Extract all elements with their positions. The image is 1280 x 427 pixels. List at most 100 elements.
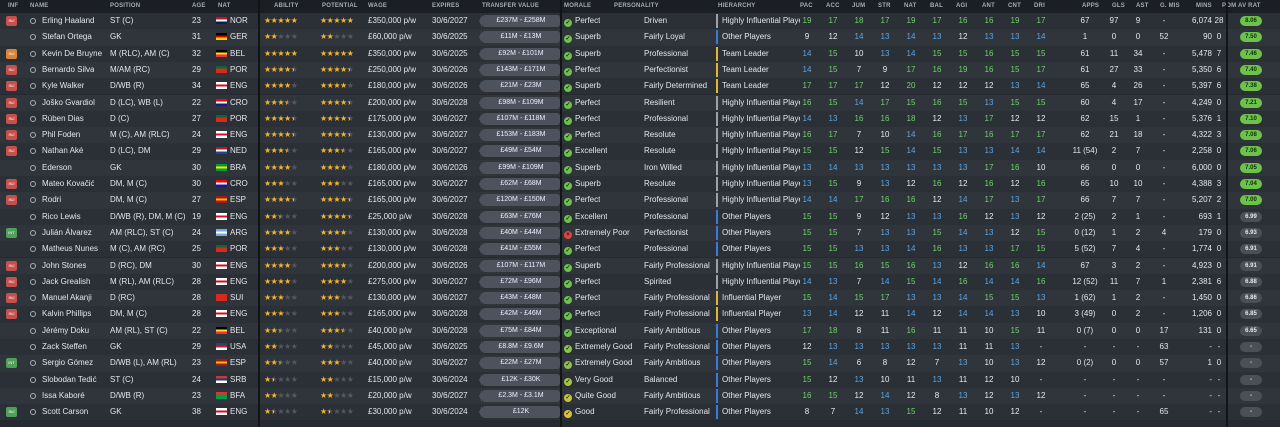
header-position[interactable]: POSITION xyxy=(110,0,140,13)
header-pom[interactable]: POM xyxy=(1222,0,1236,13)
transfer-value[interactable]: £43M - £48M xyxy=(479,292,560,305)
player-name[interactable]: Slobodan Tedić xyxy=(30,372,97,388)
table-row[interactable]: INT Julián Álvarez AM (RLC), ST (C) 24 ARG ★★… xyxy=(0,224,1280,242)
transfer-value[interactable]: £40M - £44M xyxy=(479,226,560,239)
header-ability[interactable]: ABILITY xyxy=(274,0,299,13)
transfer-value[interactable]: £98M - £109M xyxy=(479,96,560,109)
transfer-value[interactable]: £237M - £258M xyxy=(479,15,560,27)
table-row[interactable]: INJ Rodri DM, M (C) 27 ESP ★★★★★ ★★★★★ £165,000… xyxy=(0,192,1280,209)
player-name[interactable]: Kyle Walker xyxy=(30,78,84,94)
player-name[interactable]: Manuel Akanji xyxy=(30,290,92,306)
header-name[interactable]: NAME xyxy=(30,0,48,13)
header-str[interactable]: STR xyxy=(878,0,891,13)
header-jum[interactable]: JUM xyxy=(852,0,865,13)
transfer-value[interactable]: £21M - £23M xyxy=(479,80,560,93)
table-row[interactable]: Issa Kaboré D/WB (R) 23 BFA ★★★★★ ★★★★★ £20,00… xyxy=(0,387,1280,405)
player-name[interactable]: Phil Foden xyxy=(30,127,80,143)
table-row[interactable]: INJ Erling Haaland ST (C) 23 NOR ★★★★★ ★★★★★ £3… xyxy=(0,13,1280,30)
player-name[interactable]: Rúben Dias xyxy=(30,111,84,127)
header-g-mis[interactable]: G. MIS xyxy=(1160,0,1180,13)
player-name[interactable]: Mateo Kovačić xyxy=(30,176,94,192)
header-av-rat[interactable]: AV RAT xyxy=(1238,0,1261,13)
table-row[interactable]: Jérémy Doku AM (RL), ST (C) 22 BEL ★★★★★ ★★★★… xyxy=(0,322,1280,339)
player-name[interactable]: Matheus Nunes xyxy=(30,241,98,257)
header-potential[interactable]: POTENTIAL xyxy=(322,0,358,13)
player-name[interactable]: Issa Kaboré xyxy=(30,388,85,404)
player-name[interactable]: Stefan Ortega xyxy=(30,29,92,45)
player-name[interactable]: Zack Steffen xyxy=(30,339,87,355)
table-row[interactable]: INJ Kyle Walker D/WB (R) 34 ENG ★★★★★ ★★★★★ £18… xyxy=(0,78,1280,95)
player-name[interactable]: Nathan Aké xyxy=(30,143,83,159)
table-row[interactable]: INJ Bernardo Silva M/AM (RC) 29 POR ★★★★★ ★★★★… xyxy=(0,61,1280,79)
player-name[interactable]: Kevin De Bruyne xyxy=(30,46,102,62)
transfer-value[interactable]: £12K xyxy=(479,406,560,419)
table-row[interactable]: INJ Kevin De Bruyne M (RLC), AM (C) 32 BEL ★★… xyxy=(0,45,1280,62)
table-row[interactable]: Slobodan Tedić ST (C) 24 SRB ★★★★★ ★★★★★ £15,0… xyxy=(0,371,1280,388)
table-row[interactable]: Rico Lewis D/WB (R), DM, M (C) 19 ENG ★★★★★ ★… xyxy=(0,208,1280,225)
header-expires[interactable]: EXPIRES xyxy=(432,0,459,13)
header-gls[interactable]: GLS xyxy=(1112,0,1125,13)
table-row[interactable]: INJ Kalvin Phillips DM, M (C) 28 ENG ★★★★★ ★★★… xyxy=(0,306,1280,323)
header-ast[interactable]: AST xyxy=(1136,0,1149,13)
table-row[interactable]: INJ Jack Grealish M (RL), AM (RLC) 28 ENG ★★★… xyxy=(0,273,1280,291)
header-personality[interactable]: PERSONALITY xyxy=(614,0,659,13)
header-morale[interactable]: MORALE xyxy=(564,0,591,13)
table-row[interactable]: Matheus Nunes M (C), AM (RC) 25 POR ★★★★★ ★★★… xyxy=(0,241,1280,258)
player-name[interactable]: Jack Grealish xyxy=(30,274,90,290)
transfer-value[interactable]: £143M - £171M xyxy=(479,63,560,76)
transfer-value[interactable]: £99M - £109M xyxy=(479,161,560,174)
table-row[interactable]: INJ John Stones D (RC), DM 30 ENG ★★★★★ ★★★★★ £… xyxy=(0,257,1280,274)
header-wage[interactable]: WAGE xyxy=(368,0,387,13)
header-bal[interactable]: BAL xyxy=(930,0,943,13)
transfer-value[interactable]: £120M - £150M xyxy=(479,194,560,207)
transfer-value[interactable]: £2.3M - £3.1M xyxy=(479,389,560,402)
header-transfer-value[interactable]: TRANSFER VALUE xyxy=(482,0,539,13)
player-name[interactable]: Ederson xyxy=(30,160,72,176)
player-name[interactable]: Bernardo Silva xyxy=(30,62,94,78)
transfer-value[interactable]: £107M - £118M xyxy=(479,112,560,125)
player-name[interactable]: Julián Álvarez xyxy=(30,225,92,241)
transfer-value[interactable]: £63M - £76M xyxy=(479,210,560,223)
table-row[interactable]: INJ Mateo Kovačić DM, M (C) 30 CRO ★★★★★ ★★★★★… xyxy=(0,176,1280,193)
player-name[interactable]: Sergio Gómez xyxy=(30,355,93,371)
header-nat[interactable]: NAT xyxy=(904,0,917,13)
table-row[interactable]: INJ Scott Carson GK 38 ENG ★★★★★ ★★★★★ £30,000 … xyxy=(0,404,1280,421)
table-row[interactable]: INJ Rúben Dias D (C) 27 POR ★★★★★ ★★★★★ £175,00… xyxy=(0,110,1280,128)
table-row[interactable]: INJ Joško Gvardiol D (LC), WB (L) 22 CRO ★★★★… xyxy=(0,94,1280,111)
header-acc[interactable]: ACC xyxy=(826,0,840,13)
transfer-value[interactable]: £11M - £13M xyxy=(479,31,560,44)
header-age[interactable]: AGE xyxy=(192,0,206,13)
player-name[interactable]: Rodri xyxy=(30,192,61,208)
header-pac[interactable]: PAC xyxy=(800,0,813,13)
header-ant[interactable]: ANT xyxy=(982,0,995,13)
transfer-value[interactable]: £8.8M - £9.6M xyxy=(479,341,560,353)
header-agi[interactable]: AGI xyxy=(956,0,967,13)
transfer-value[interactable]: £72M - £96M xyxy=(479,275,560,288)
table-row[interactable]: Zack Steffen GK 29 USA ★★★★★ ★★★★★ £45,000 p/w… xyxy=(0,339,1280,356)
player-name[interactable]: Scott Carson xyxy=(30,404,88,420)
header-dri[interactable]: DRI xyxy=(1034,0,1045,13)
transfer-value[interactable]: £107M - £117M xyxy=(479,259,560,272)
table-row[interactable]: INJ Manuel Akanji D (RC) 28 SUI ★★★★★ ★★★★★ £13… xyxy=(0,290,1280,307)
transfer-value[interactable]: £153M - £183M xyxy=(479,129,560,142)
transfer-value[interactable]: £22M - £27M xyxy=(479,357,560,370)
transfer-value[interactable]: £41M - £55M xyxy=(479,243,560,256)
transfer-value[interactable]: £62M - £68M xyxy=(479,178,560,190)
header-cnt[interactable]: CNT xyxy=(1008,0,1021,13)
transfer-value[interactable]: £75M - £84M xyxy=(479,324,560,337)
transfer-value[interactable]: £42M - £46M xyxy=(479,308,560,321)
header-apps[interactable]: APPS xyxy=(1082,0,1099,13)
header-hierarchy[interactable]: HIERARCHY xyxy=(718,0,755,13)
table-row[interactable]: INT Sergio Gómez D/WB (L), AM (RL) 23 ESP ★★★… xyxy=(0,355,1280,372)
transfer-value[interactable]: £12K - £30K xyxy=(479,373,560,386)
header-inf[interactable]: INF xyxy=(8,0,18,13)
table-row[interactable]: INJ Phil Foden M (C), AM (RLC) 24 ENG ★★★★★ ★★… xyxy=(0,127,1280,144)
header-mins[interactable]: MINS xyxy=(1196,0,1212,13)
player-name[interactable]: Erling Haaland xyxy=(30,13,94,29)
player-name[interactable]: John Stones xyxy=(30,258,86,274)
player-name[interactable]: Joško Gvardiol xyxy=(30,95,95,111)
header-nat[interactable]: NAT xyxy=(218,0,231,13)
table-row[interactable]: Ederson GK 30 BRA ★★★★★ ★★★★★ £180,000 p/w 30/6… xyxy=(0,159,1280,176)
player-name[interactable]: Jérémy Doku xyxy=(30,323,89,339)
player-name[interactable]: Rico Lewis xyxy=(30,209,81,225)
